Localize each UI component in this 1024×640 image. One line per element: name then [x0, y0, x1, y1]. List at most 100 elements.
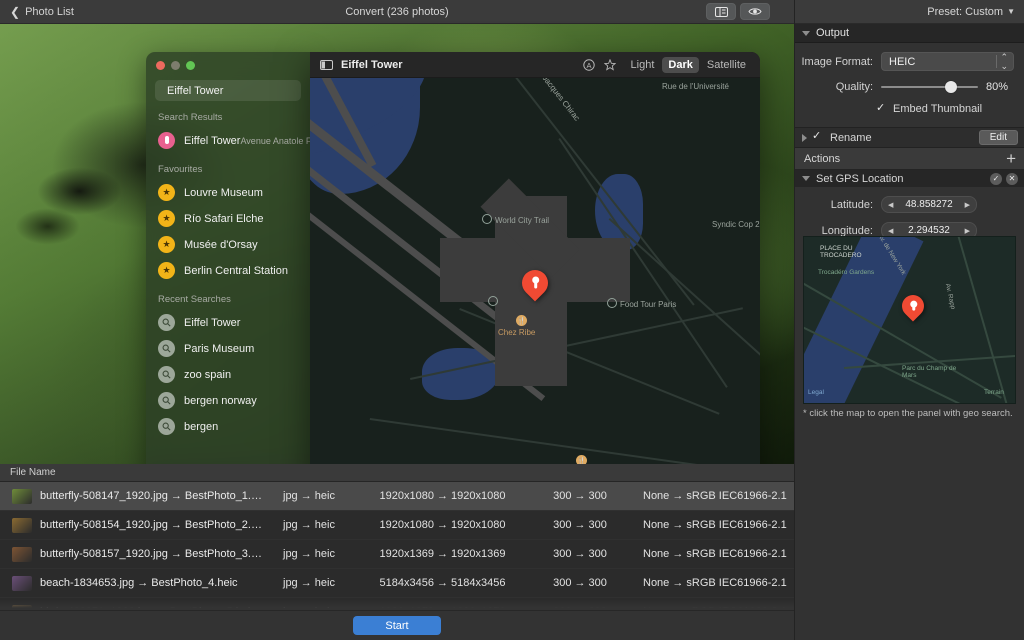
close-icon[interactable]: ✕	[1006, 172, 1018, 185]
embed-thumbnail-row[interactable]: Embed Thumbnail	[795, 101, 1024, 116]
star-icon: ★	[158, 209, 175, 227]
cell-color-profile: None → sRGB IEC61966-2.1	[643, 577, 787, 589]
search-group-title: Recent Searches	[158, 294, 231, 305]
cell-file-name: butterfly-508157_1920.jpg → BestPhoto_3.…	[40, 548, 262, 560]
map-style-light[interactable]: Light	[625, 57, 661, 73]
map-style-dark[interactable]: Dark	[662, 56, 699, 73]
poi-marker[interactable]: 🍴	[516, 315, 527, 326]
search-result-item[interactable]: bergen norway	[146, 387, 310, 413]
zoom-window-button[interactable]	[186, 61, 195, 70]
footer-bar: Start	[0, 610, 794, 640]
info-circle-icon[interactable]: A	[582, 58, 595, 71]
map-label: Syndic Cop 2 Av Elisee	[712, 220, 760, 229]
cell-color-profile: None → sRGB IEC61966-2.1	[643, 519, 787, 531]
slider-knob[interactable]	[944, 81, 957, 93]
search-result-item[interactable]: Paris Museum	[146, 335, 310, 361]
minimap-label: PLACE DU TROCADERO	[820, 245, 862, 259]
minimap-label: Parc du Champ de Mars	[902, 365, 957, 379]
cell-dimensions: 1920x1080 → 1920x1080	[379, 519, 506, 531]
image-format-row: Image Format: HEIC ⌃ ⌄	[795, 52, 1024, 71]
stepper-decrement-icon[interactable]: ◀	[888, 201, 893, 209]
latitude-stepper[interactable]: ◀ 48.858272 ▶	[881, 196, 977, 213]
image-format-select[interactable]: HEIC ⌃ ⌄	[881, 52, 1014, 71]
sidebar-toggle-icon[interactable]	[320, 59, 333, 70]
cell-color-profile: None → sRGB IEC61966-2.1	[643, 548, 787, 560]
section-header-output[interactable]: Output	[795, 24, 1024, 43]
search-input[interactable]	[167, 84, 309, 97]
cell-dpi: 300 → 300	[553, 490, 607, 502]
magnifier-icon	[158, 391, 175, 409]
search-result-item[interactable]: ★ Berlin Central Station	[146, 257, 310, 283]
gps-action-header[interactable]: Set GPS Location ✓ ✕	[795, 170, 1024, 187]
section-title-output: Output	[816, 27, 850, 39]
stepper-increment-icon[interactable]: ▶	[965, 201, 970, 209]
search-result-item[interactable]: Eiffel Tower	[146, 309, 310, 335]
rename-section[interactable]: Rename Edit	[795, 127, 1024, 148]
magnifier-icon	[158, 365, 175, 383]
inspector-panel: Preset: Custom ▼ Output Image Format: HE…	[794, 0, 1024, 640]
latitude-value: 48.858272	[905, 199, 953, 210]
minimize-window-button[interactable]	[171, 61, 180, 70]
table-row[interactable]: beach-1834653.jpg → BestPhoto_4.heic jpg …	[0, 569, 794, 598]
embed-thumbnail-checkbox[interactable]	[876, 101, 888, 115]
poi-marker[interactable]	[482, 214, 492, 224]
table-row[interactable]: butterfly-508154_1920.jpg → BestPhoto_2.…	[0, 511, 794, 540]
search-result-item[interactable]: Eiffel TowerAvenue Anatole France 5, P…	[146, 127, 310, 153]
search-result-primary: zoo spain	[184, 369, 232, 381]
row-thumbnail	[12, 517, 32, 533]
search-result-item[interactable]: bergen	[146, 413, 310, 439]
plus-icon[interactable]: +	[1006, 150, 1016, 167]
window-title: Convert (236 photos)	[345, 5, 449, 18]
map-pin-icon	[158, 131, 175, 149]
search-result-primary: bergen	[184, 421, 219, 433]
rename-checkbox[interactable]	[812, 129, 824, 143]
table-row[interactable]: butterfly-508147_1920.jpg → BestPhoto_1.…	[0, 482, 794, 511]
search-result-item[interactable]: ★ Río Safari Elche	[146, 205, 310, 231]
preview-button[interactable]	[740, 3, 770, 20]
disclosure-triangle-icon[interactable]	[802, 30, 810, 36]
map-title-label: Eiffel Tower	[341, 58, 403, 71]
poi-marker[interactable]	[607, 298, 617, 308]
star-icon: ★	[158, 261, 175, 279]
poi-marker[interactable]	[488, 296, 498, 306]
checkmark-icon[interactable]: ✓	[990, 172, 1002, 185]
close-window-button[interactable]	[156, 61, 165, 70]
preset-selector[interactable]: Preset: Custom ▼	[795, 0, 1024, 24]
stepper-decrement-icon[interactable]: ◀	[888, 227, 893, 235]
map-canvas[interactable]: Quai Jacques Chirac Rue de l'Université Wo…	[310, 78, 760, 512]
top-toolbar: ❮ Photo List Convert (236 photos)	[0, 0, 794, 24]
split-view-button[interactable]	[706, 3, 736, 20]
table-row[interactable]: butterfly-508157_1920.jpg → BestPhoto_3.…	[0, 540, 794, 569]
map-label: Rue de l'Université	[662, 82, 729, 91]
rename-edit-button[interactable]: Edit	[978, 130, 1018, 145]
gps-minimap[interactable]: PLACE DU TROCADERO Trocadéro Gardens Av. d…	[803, 236, 1016, 404]
disclosure-triangle-icon[interactable]	[802, 176, 810, 181]
split-view-icon	[714, 6, 728, 17]
chevron-down-icon: ▼	[1007, 7, 1015, 16]
minimap-label: Legal	[808, 389, 824, 396]
table-header: File Name	[0, 464, 794, 482]
stepper-increment-icon[interactable]: ▶	[965, 227, 970, 235]
star-outline-icon[interactable]	[603, 58, 616, 71]
column-header-file-name[interactable]: File Name	[0, 467, 245, 478]
quality-slider[interactable]	[881, 80, 978, 94]
search-field[interactable]: ✕	[155, 80, 309, 101]
map-road	[410, 307, 743, 380]
cell-file-name: butterfly-508154_1920.jpg → BestPhoto_2.…	[40, 519, 265, 531]
actions-section-header: Actions +	[795, 148, 1024, 170]
search-result-primary: Louvre Museum	[184, 187, 263, 199]
search-result-primary: Eiffel Tower	[184, 317, 241, 329]
map-style-segmented-control[interactable]: Light Dark Satellite	[625, 56, 752, 73]
pin-glyph	[911, 301, 915, 311]
start-button[interactable]: Start	[353, 616, 441, 635]
search-result-secondary: Avenue Anatole France 5, P…	[240, 136, 310, 146]
search-result-item[interactable]: ★ Louvre Museum	[146, 179, 310, 205]
search-result-item[interactable]: zoo spain	[146, 361, 310, 387]
back-button-label: Photo List	[25, 5, 74, 18]
disclosure-triangle-icon[interactable]	[802, 133, 807, 142]
back-to-photo-list-button[interactable]: ❮ Photo List	[10, 6, 74, 18]
search-result-item[interactable]: ★ Musée d'Orsay	[146, 231, 310, 257]
latitude-label: Latitude:	[830, 198, 873, 211]
search-group-title: Search Results	[158, 112, 223, 123]
map-style-satellite[interactable]: Satellite	[701, 57, 752, 73]
